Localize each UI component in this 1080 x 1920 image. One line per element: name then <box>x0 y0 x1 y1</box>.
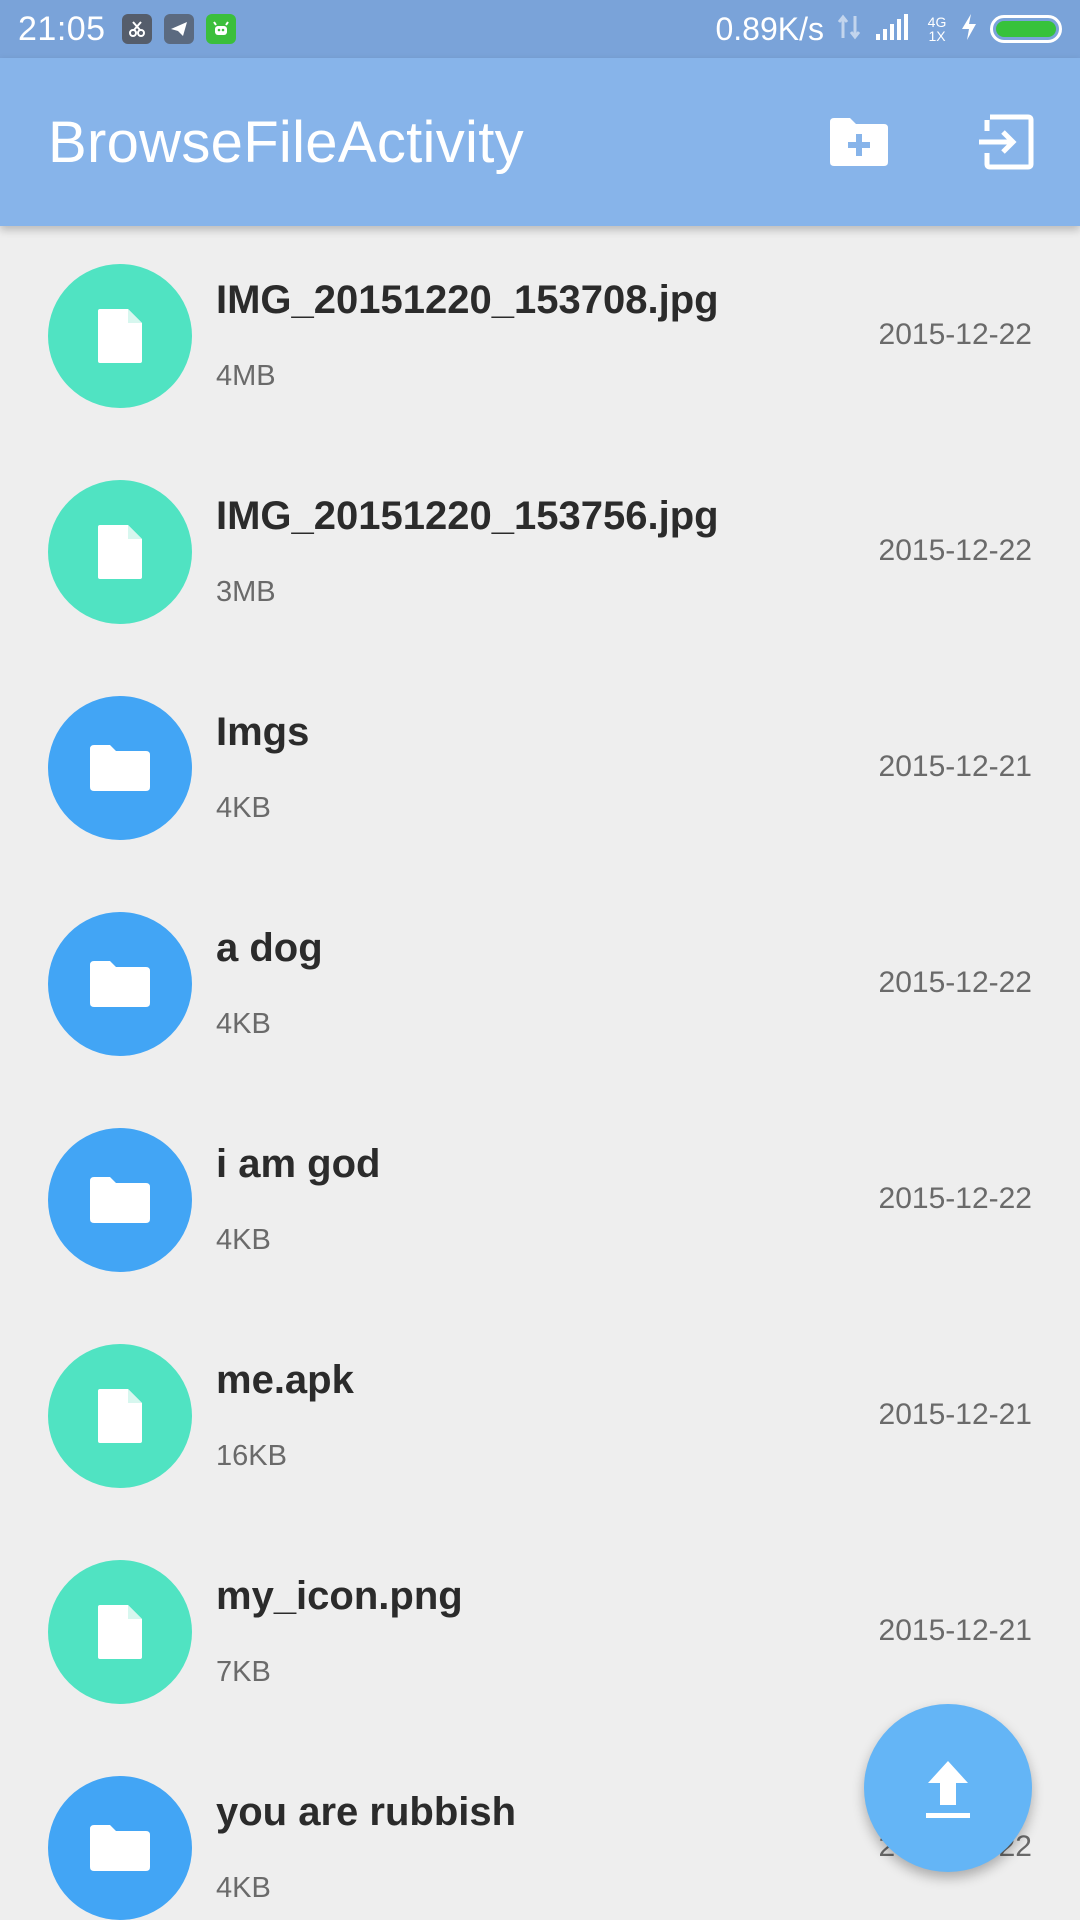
file-name: i am god <box>216 1142 381 1186</box>
folder-icon <box>90 1177 150 1223</box>
app-bar: BrowseFileActivity <box>0 58 1080 226</box>
file-row[interactable]: IMG_20151220_153708.jpg 4MB 2015-12-22 <box>0 226 1080 442</box>
file-avatar <box>48 1560 192 1704</box>
folder-avatar <box>48 696 192 840</box>
file-date: 2015-12-21 <box>878 1614 1032 1647</box>
file-size: 16KB <box>216 1440 287 1472</box>
status-bar: 21:05 0.89K/s 4G 1X <box>0 0 1080 58</box>
folder-avatar <box>48 912 192 1056</box>
battery-level-fill <box>996 21 1056 37</box>
folder-avatar <box>48 1128 192 1272</box>
file-name: you are rubbish <box>216 1790 517 1834</box>
status-time: 21:05 <box>18 9 106 48</box>
file-size: 3MB <box>216 576 276 608</box>
new-folder-button[interactable] <box>826 109 892 175</box>
file-avatar <box>48 264 192 408</box>
file-date: 2015-12-22 <box>878 534 1032 567</box>
file-size: 4KB <box>216 792 271 824</box>
file-icon <box>98 525 142 579</box>
folder-icon <box>90 745 150 791</box>
file-icon <box>98 1389 142 1443</box>
file-row[interactable]: IMG_20151220_153756.jpg 3MB 2015-12-22 <box>0 442 1080 658</box>
file-list: IMG_20151220_153708.jpg 4MB 2015-12-22 IMG_… <box>0 226 1080 1920</box>
file-name: IMG_20151220_153756.jpg <box>216 494 719 538</box>
notification-icons <box>121 14 236 44</box>
file-size: 4MB <box>216 360 276 392</box>
telegram-icon <box>163 14 194 44</box>
battery-icon <box>990 15 1062 43</box>
scissors-app-icon <box>121 14 152 44</box>
android-robot-icon <box>205 14 236 44</box>
file-size: 4KB <box>216 1872 271 1904</box>
upload-icon <box>926 1761 970 1818</box>
network-type-label: 4G 1X <box>927 14 947 44</box>
data-transfer-icon <box>836 12 862 47</box>
exit-button[interactable] <box>972 109 1038 175</box>
exit-icon <box>979 114 1034 170</box>
net-speed: 0.89K/s <box>715 10 824 47</box>
file-name: me.apk <box>216 1358 354 1402</box>
file-name: my_icon.png <box>216 1574 463 1618</box>
folder-icon <box>90 961 150 1007</box>
file-icon <box>98 1605 142 1659</box>
file-name: a dog <box>216 926 323 970</box>
signal-icon <box>874 12 914 47</box>
folder-icon <box>90 1825 150 1871</box>
file-row[interactable]: i am god 4KB 2015-12-22 <box>0 1090 1080 1306</box>
file-icon <box>98 309 142 363</box>
file-size: 7KB <box>216 1656 271 1688</box>
upload-fab-button[interactable] <box>864 1704 1032 1872</box>
file-row[interactable]: Imgs 4KB 2015-12-21 <box>0 658 1080 874</box>
file-row[interactable]: me.apk 16KB 2015-12-21 <box>0 1306 1080 1522</box>
file-date: 2015-12-22 <box>878 318 1032 351</box>
file-date: 2015-12-21 <box>878 750 1032 783</box>
file-row[interactable]: a dog 4KB 2015-12-22 <box>0 874 1080 1090</box>
file-name: Imgs <box>216 710 310 754</box>
file-row[interactable]: my_icon.png 7KB 2015-12-21 <box>0 1522 1080 1738</box>
file-avatar <box>48 1344 192 1488</box>
folder-avatar <box>48 1776 192 1920</box>
file-date: 2015-12-21 <box>878 1398 1032 1431</box>
file-name: IMG_20151220_153708.jpg <box>216 278 719 322</box>
file-size: 4KB <box>216 1008 271 1040</box>
page-title: BrowseFileActivity <box>48 109 524 175</box>
file-date: 2015-12-22 <box>878 966 1032 999</box>
file-size: 4KB <box>216 1224 271 1256</box>
new-folder-icon <box>830 118 888 166</box>
charging-icon <box>960 12 978 47</box>
file-avatar <box>48 480 192 624</box>
file-date: 2015-12-22 <box>878 1182 1032 1215</box>
